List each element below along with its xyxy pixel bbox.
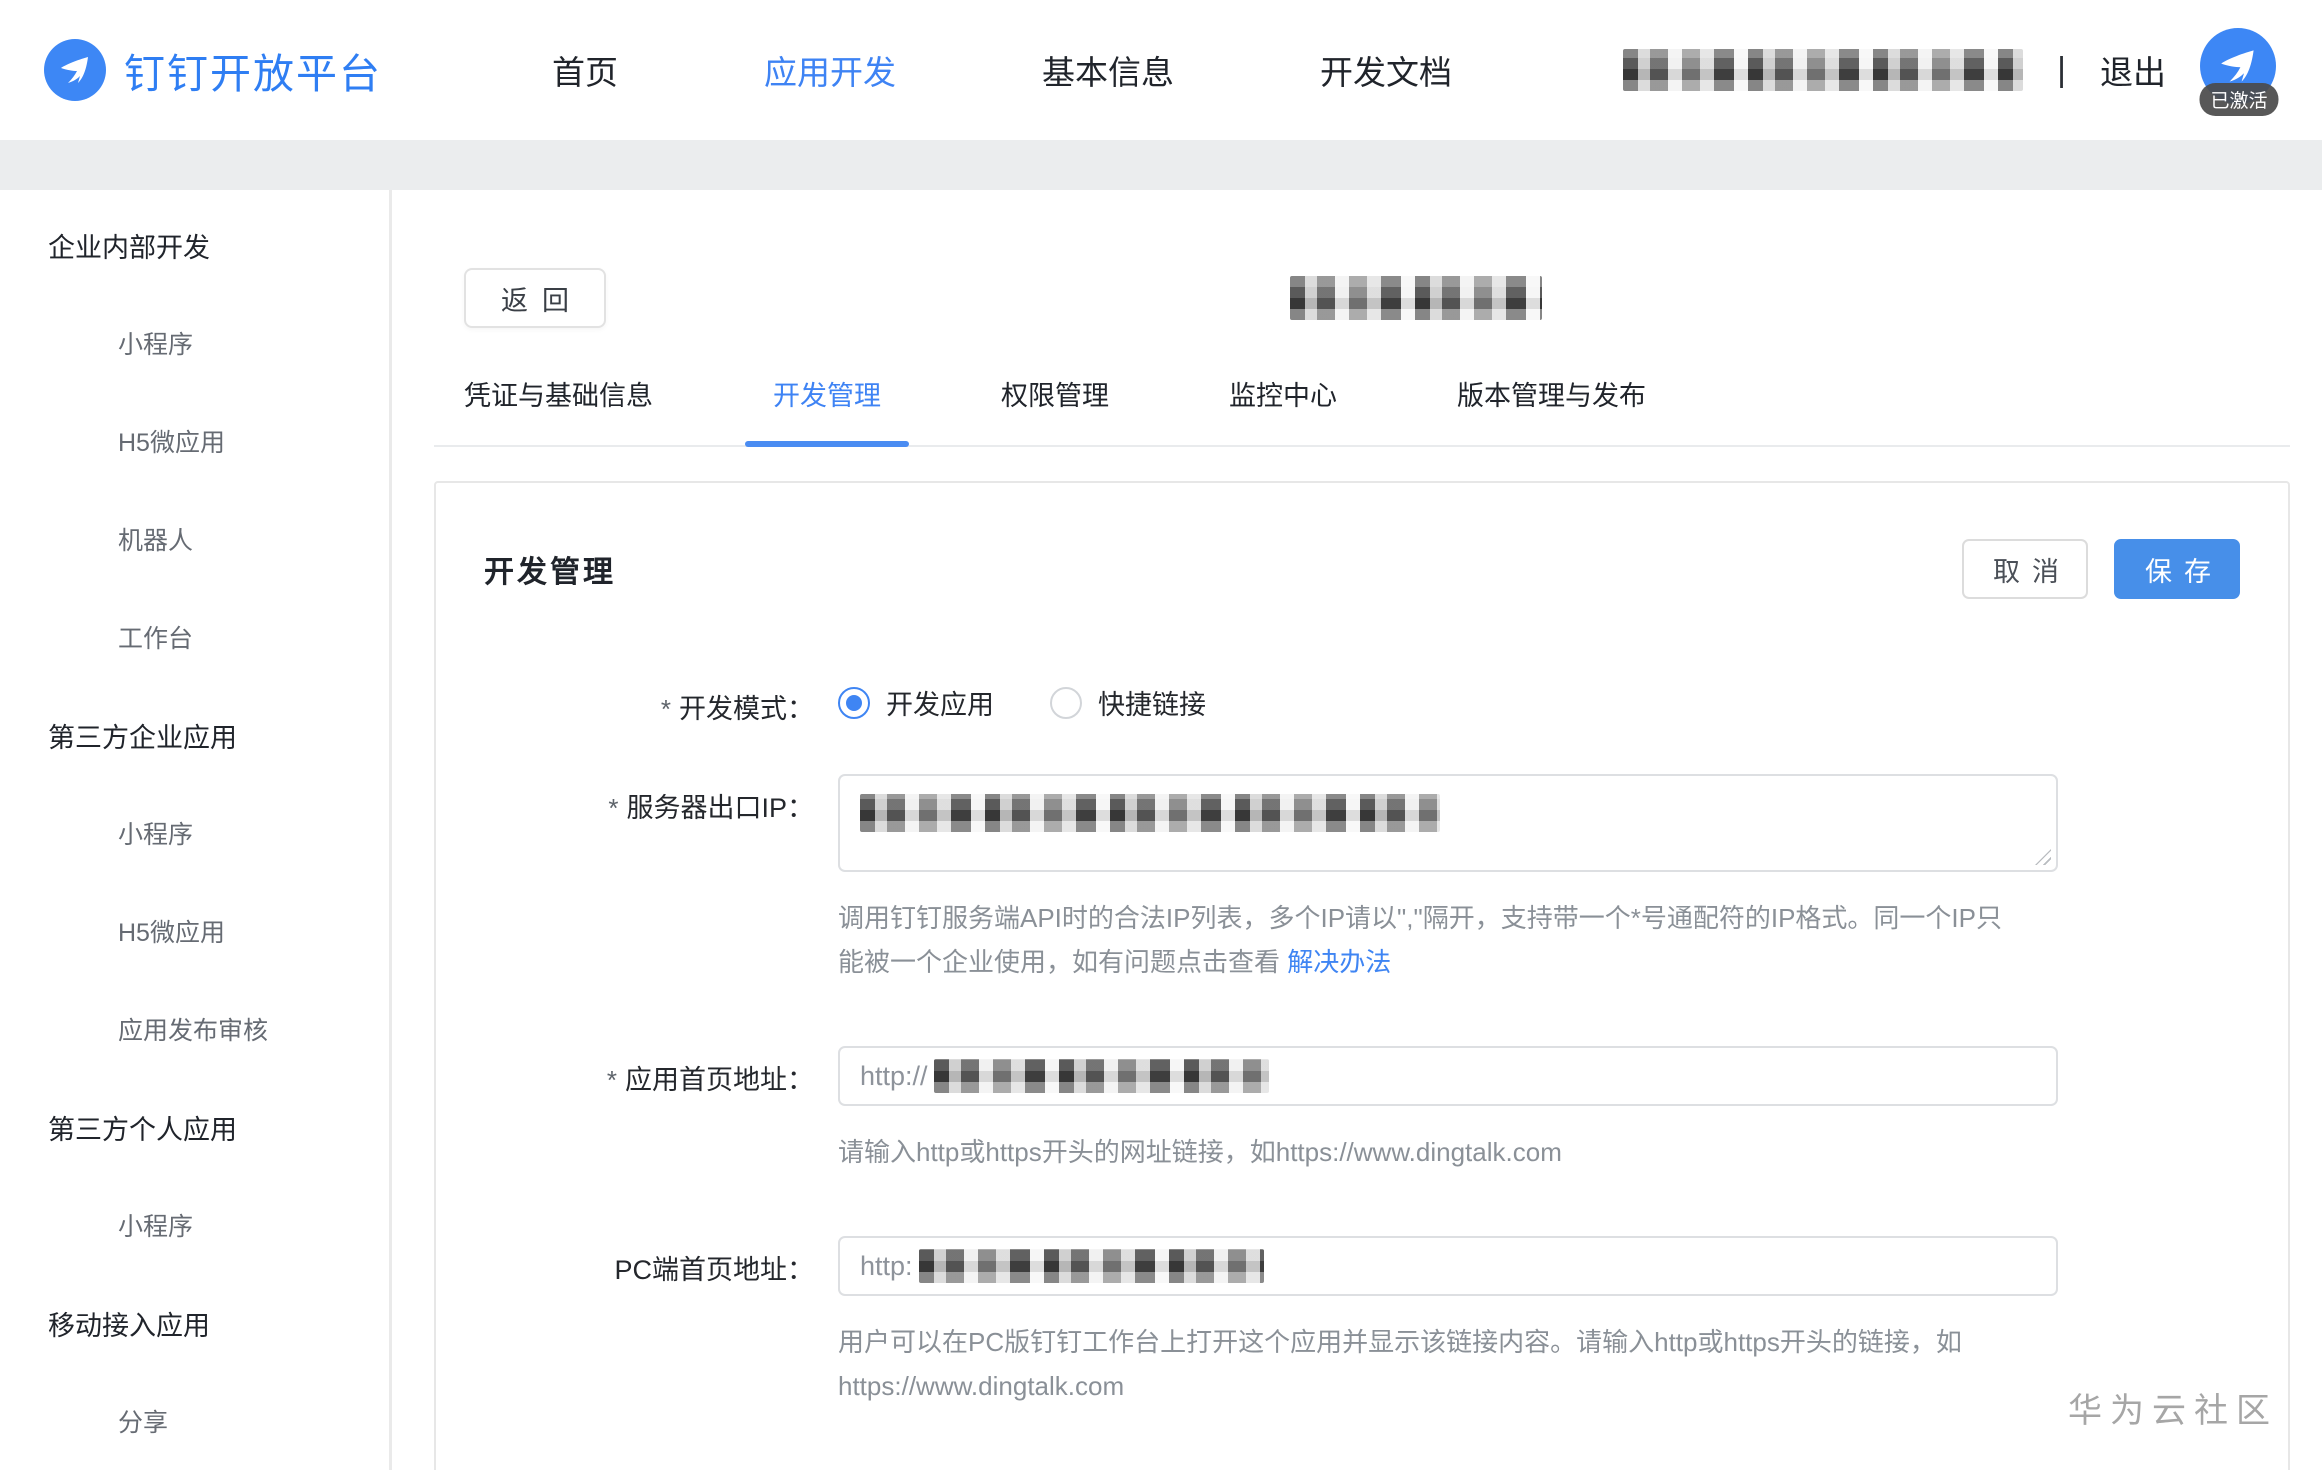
- nav-home[interactable]: 首页: [552, 46, 618, 94]
- header-right: | 退出 已激活: [1623, 28, 2278, 112]
- radio-unselected-icon: [1050, 687, 1082, 719]
- sidebar-item-miniprogram-3[interactable]: 小程序: [0, 1176, 389, 1274]
- tab-monitoring-center[interactable]: 监控中心: [1229, 374, 1337, 445]
- sidebar-item-workbench[interactable]: 工作台: [0, 588, 389, 686]
- huawei-cloud-watermark: 华为云社区: [2068, 1383, 2278, 1432]
- cancel-button[interactable]: 取消: [1962, 539, 2088, 599]
- form-row-pc-home: PC端首页地址： http: 用户可以在PC版钉钉工作台上打开这个应用并显示该链…: [484, 1236, 2240, 1470]
- tab-development-management[interactable]: 开发管理: [773, 374, 881, 445]
- main-content: 返回 凭证与基础信息 开发管理 权限管理 监控中心 版本管理与发布 开发管理 取…: [392, 190, 2322, 1470]
- required-mark: *: [607, 1065, 617, 1095]
- pc-home-value-prefix: http:: [860, 1251, 913, 1282]
- textarea-resize-handle[interactable]: [2035, 849, 2051, 865]
- back-button[interactable]: 返回: [464, 268, 606, 328]
- form-row-app-home: *应用首页地址： http:// 请输入http或https开头的网址链接，如h…: [484, 1046, 2240, 1236]
- solution-link[interactable]: 解决办法: [1287, 947, 1391, 977]
- app-home-control: http:// 请输入http或https开头的网址链接，如https://ww…: [838, 1046, 2058, 1236]
- header-divider: |: [2057, 51, 2066, 90]
- app-home-label: *应用首页地址：: [484, 1046, 814, 1236]
- redacted-pc-home-value: [919, 1249, 1264, 1283]
- page-top-row: 返回: [434, 268, 2290, 330]
- panel-actions: 取消 保存: [1962, 539, 2240, 599]
- pc-home-control: http: 用户可以在PC版钉钉工作台上打开这个应用并显示该链接内容。请输入ht…: [838, 1236, 2058, 1470]
- redacted-username: [1623, 49, 2023, 91]
- dingtalk-logo-icon: [44, 39, 106, 101]
- sidebar-item-miniprogram[interactable]: 小程序: [0, 294, 389, 392]
- sidebar: 企业内部开发 小程序 H5微应用 机器人 工作台 第三方企业应用 小程序 H5微…: [0, 190, 392, 1470]
- redacted-server-ip-value: [860, 794, 1440, 832]
- tab-version-release[interactable]: 版本管理与发布: [1457, 374, 1646, 445]
- save-button[interactable]: 保存: [2114, 539, 2240, 599]
- redacted-app-title: [1290, 276, 1542, 320]
- header-strip: [0, 140, 2322, 190]
- tab-credentials-basic-info[interactable]: 凭证与基础信息: [464, 374, 653, 445]
- sidebar-item-robot[interactable]: 机器人: [0, 490, 389, 588]
- app-home-help: 请输入http或https开头的网址链接，如https://www.dingta…: [838, 1130, 2018, 1174]
- form-row-server-ip: *服务器出口IP： 调用钉钉服务端API时的合法IP列表，多个IP请以","隔开…: [484, 774, 2240, 1046]
- logout-button[interactable]: 退出: [2100, 46, 2166, 94]
- sidebar-section-internal-dev: 企业内部开发: [0, 196, 389, 294]
- development-form: *开发模式： 开发应用 快捷链接: [484, 675, 2240, 1470]
- panel-header: 开发管理 取消 保存: [484, 539, 2240, 599]
- activated-badge: 已激活: [2199, 83, 2278, 116]
- nav-dev-docs[interactable]: 开发文档: [1320, 46, 1452, 94]
- panel-title: 开发管理: [484, 547, 616, 591]
- required-mark: *: [661, 694, 671, 724]
- user-avatar[interactable]: 已激活: [2200, 28, 2278, 112]
- form-row-dev-mode: *开发模式： 开发应用 快捷链接: [484, 675, 2240, 726]
- dev-mode-control: 开发应用 快捷链接: [838, 675, 2058, 726]
- sidebar-item-h5-microapp[interactable]: H5微应用: [0, 392, 389, 490]
- sidebar-item-h5-microapp-2[interactable]: H5微应用: [0, 882, 389, 980]
- server-ip-control: 调用钉钉服务端API时的合法IP列表，多个IP请以","隔开，支持带一个*号通配…: [838, 774, 2058, 1046]
- radio-option-develop-app[interactable]: 开发应用: [838, 683, 994, 722]
- pc-home-input[interactable]: http:: [838, 1236, 2058, 1296]
- tab-permission-management[interactable]: 权限管理: [1001, 374, 1109, 445]
- required-mark: *: [608, 793, 618, 823]
- nav-app-development[interactable]: 应用开发: [764, 46, 896, 94]
- sidebar-section-mobile-access: 移动接入应用: [0, 1274, 389, 1372]
- app-home-input[interactable]: http://: [838, 1046, 2058, 1106]
- sidebar-section-third-party-personal: 第三方个人应用: [0, 1078, 389, 1176]
- dev-mode-radio-group: 开发应用 快捷链接: [838, 675, 2058, 722]
- radio-selected-icon: [838, 687, 870, 719]
- sidebar-section-third-party-enterprise: 第三方企业应用: [0, 686, 389, 784]
- pc-home-label: PC端首页地址：: [484, 1236, 814, 1470]
- redacted-app-home-value: [934, 1059, 1269, 1093]
- app-tabs: 凭证与基础信息 开发管理 权限管理 监控中心 版本管理与发布: [434, 374, 2290, 447]
- nav-basic-info[interactable]: 基本信息: [1042, 46, 1174, 94]
- server-ip-textarea[interactable]: [838, 774, 2058, 872]
- brand-logo[interactable]: 钉钉开放平台: [44, 39, 382, 101]
- server-ip-label: *服务器出口IP：: [484, 774, 814, 1046]
- pc-home-help: 用户可以在PC版钉钉工作台上打开这个应用并显示该链接内容。请输入http或htt…: [838, 1320, 2018, 1408]
- sidebar-item-app-release-review[interactable]: 应用发布审核: [0, 980, 389, 1078]
- radio-option-quick-link[interactable]: 快捷链接: [1050, 683, 1206, 722]
- main-nav: 首页 应用开发 基本信息 开发文档: [552, 46, 1452, 94]
- sidebar-item-miniprogram-2[interactable]: 小程序: [0, 784, 389, 882]
- app-home-value-prefix: http://: [860, 1061, 928, 1092]
- top-navbar: 钉钉开放平台 首页 应用开发 基本信息 开发文档 | 退出 已激活: [0, 0, 2322, 140]
- brand-name: 钉钉开放平台: [124, 40, 382, 100]
- sidebar-item-share[interactable]: 分享: [0, 1372, 389, 1470]
- server-ip-help: 调用钉钉服务端API时的合法IP列表，多个IP请以","隔开，支持带一个*号通配…: [838, 896, 2018, 984]
- dev-mode-label: *开发模式：: [484, 675, 814, 726]
- development-management-panel: 开发管理 取消 保存 *开发模式： 开发应用: [434, 481, 2290, 1470]
